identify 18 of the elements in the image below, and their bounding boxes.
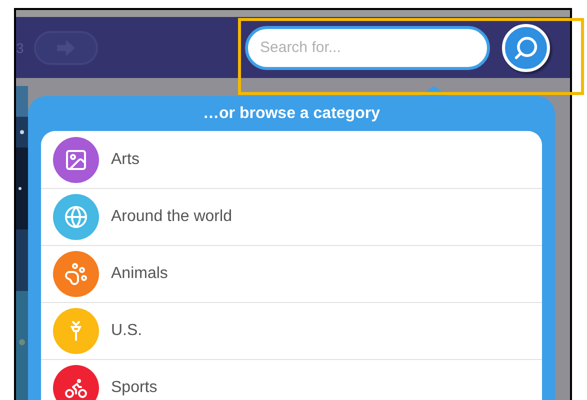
category-label: U.S. <box>111 321 142 341</box>
search-field[interactable]: Search for... <box>245 26 490 70</box>
popover-title: …or browse a category <box>202 104 381 124</box>
category-item[interactable]: Around the world <box>41 188 542 245</box>
search-icon <box>513 34 539 61</box>
globe-icon <box>64 205 88 229</box>
category-item[interactable]: U.S. <box>41 302 542 359</box>
category-label: Arts <box>111 150 140 170</box>
category-label: Sports <box>111 378 158 398</box>
search-button[interactable] <box>502 24 550 72</box>
category-label: Animals <box>111 264 168 284</box>
category-item[interactable]: Animals <box>41 245 542 302</box>
paw-icon <box>64 262 88 286</box>
picture-frame-icon <box>64 148 88 172</box>
bike-icon <box>64 376 88 400</box>
category-label: Around the world <box>111 207 232 227</box>
category-item[interactable]: Arts <box>41 131 542 188</box>
category-item[interactable]: Sports <box>41 359 542 400</box>
